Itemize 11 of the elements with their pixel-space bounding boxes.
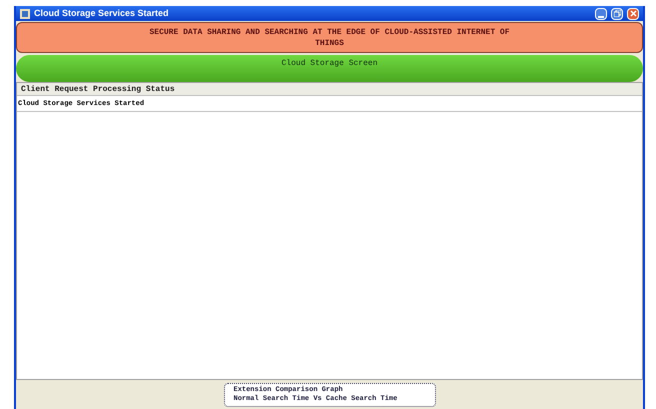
- close-icon: [630, 10, 636, 17]
- minimize-button[interactable]: [595, 8, 607, 20]
- restore-icon: [614, 10, 620, 17]
- title-banner: SECURE DATA SHARING AND SEARCHING AT THE EDGE OF CLOUD-ASSISTED INTERNET OF THINGS: [16, 22, 643, 53]
- column-header: Client Request Processing Status: [17, 83, 642, 96]
- window-title: Cloud Storage Services Started: [34, 9, 169, 18]
- minimize-icon: [598, 16, 604, 18]
- app-icon: [20, 8, 30, 18]
- screen-header: Cloud Storage Screen: [16, 55, 643, 82]
- close-button[interactable]: [627, 8, 639, 20]
- maximize-button[interactable]: [611, 8, 623, 20]
